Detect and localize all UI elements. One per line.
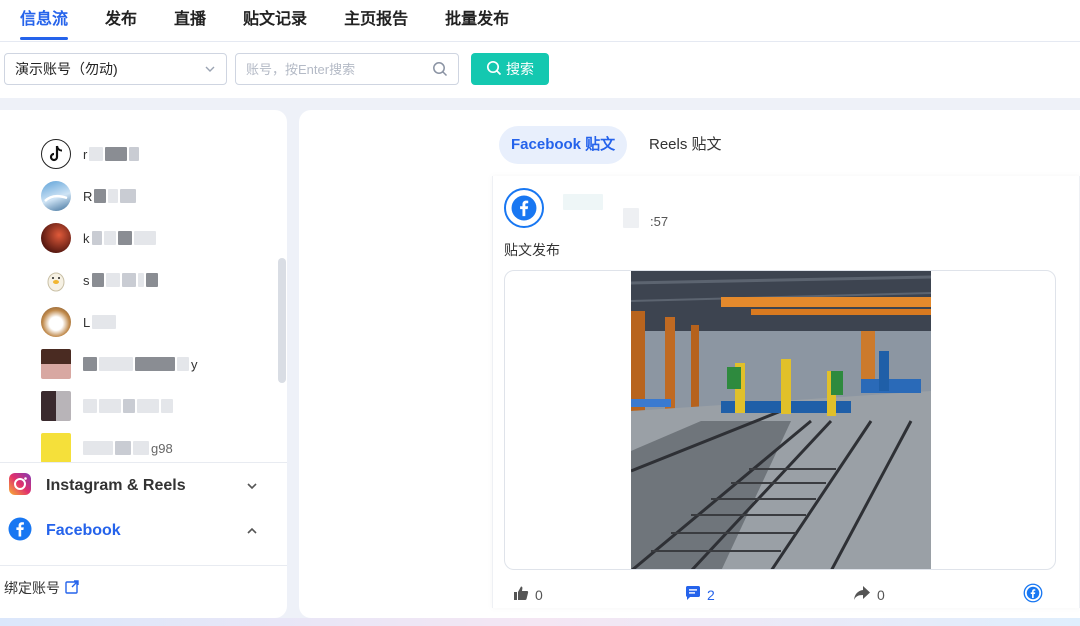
search-icon	[486, 60, 502, 79]
post-timestamp: :57	[650, 214, 669, 229]
bottom-strip	[0, 618, 1080, 626]
tab-reels-posts[interactable]: Reels 贴文	[637, 126, 734, 164]
list-item[interactable]: r	[41, 138, 281, 170]
platform-instagram[interactable]: Instagram & Reels	[0, 464, 287, 508]
avatar	[41, 349, 71, 379]
search-button-label: 搜索	[506, 61, 534, 77]
list-item[interactable]: L	[41, 306, 281, 338]
avatar	[41, 265, 71, 295]
share-count: 0	[877, 586, 885, 603]
search-input[interactable]	[246, 54, 431, 84]
search-icon[interactable]	[432, 61, 448, 82]
external-link-icon	[65, 579, 79, 597]
avatar	[41, 307, 71, 337]
post-author	[563, 194, 603, 215]
platform-label: Instagram & Reels	[46, 477, 186, 494]
account-name: L	[83, 314, 91, 330]
filter-bar: 演示账号（勿动) 搜索	[0, 42, 1080, 98]
facebook-icon	[1023, 583, 1043, 606]
top-nav: 信息流 发布 直播 贴文记录 主页报告 批量发布	[0, 0, 1080, 42]
account-select-value: 演示账号（勿动)	[15, 61, 118, 77]
account-name: k	[83, 230, 90, 246]
post-stats: 0 2 0	[493, 583, 1080, 609]
thumbs-up-icon	[513, 585, 529, 604]
tab-facebook-posts[interactable]: Facebook 贴文	[499, 126, 628, 164]
tab-page-report[interactable]: 主页报告	[344, 0, 408, 42]
tab-live[interactable]: 直播	[174, 0, 206, 42]
list-item[interactable]: s	[41, 264, 281, 296]
share-stat[interactable]: 0	[853, 585, 885, 604]
facebook-icon	[504, 188, 544, 228]
chevron-down-icon	[247, 479, 257, 493]
tab-batch-publish[interactable]: 批量发布	[445, 0, 509, 42]
facebook-icon	[8, 517, 32, 546]
chevron-up-icon	[247, 524, 257, 538]
account-name: r	[83, 146, 88, 162]
bind-account-link[interactable]: 绑定账号	[4, 578, 79, 598]
instagram-icon	[8, 472, 32, 501]
post-text: 贴文发布	[504, 242, 560, 258]
account-list: r R k s L y g98	[0, 118, 287, 470]
like-count: 0	[535, 586, 543, 603]
like-stat[interactable]: 0	[513, 585, 543, 604]
list-item[interactable]	[41, 390, 281, 422]
share-icon	[853, 585, 871, 604]
platform-label: Facebook	[46, 522, 121, 539]
platform-facebook[interactable]: Facebook	[0, 509, 287, 553]
search-button[interactable]: 搜索	[471, 53, 549, 85]
list-item[interactable]: y	[41, 348, 281, 380]
account-name: R	[83, 188, 93, 204]
account-search	[235, 53, 459, 85]
account-name-suffix: g98	[151, 440, 173, 456]
avatar	[41, 433, 71, 463]
divider	[0, 565, 287, 566]
account-sidebar: r R k s L y g98 Instagram & Reels Facebo…	[0, 110, 287, 618]
tab-feed[interactable]: 信息流	[20, 0, 69, 42]
post-card: :57 贴文发布 0 2 0	[492, 176, 1080, 608]
list-item[interactable]: k	[41, 222, 281, 254]
tiktok-icon	[41, 139, 71, 169]
avatar	[41, 181, 71, 211]
comment-stat[interactable]: 2	[685, 585, 715, 604]
avatar	[41, 223, 71, 253]
tab-post-records[interactable]: 贴文记录	[243, 0, 307, 42]
bind-account-label: 绑定账号	[4, 580, 60, 596]
divider	[0, 462, 287, 463]
sidebar-scrollbar[interactable]	[278, 258, 286, 383]
account-name: s	[83, 272, 90, 288]
avatar	[41, 391, 71, 421]
comment-icon	[685, 585, 701, 604]
factory-image	[631, 271, 931, 569]
chevron-down-icon	[204, 54, 216, 95]
account-select[interactable]: 演示账号（勿动)	[4, 53, 227, 85]
list-item[interactable]: R	[41, 180, 281, 212]
view-on-facebook[interactable]	[1023, 583, 1043, 606]
tab-publish[interactable]: 发布	[105, 0, 137, 42]
comment-count: 2	[707, 586, 715, 603]
list-item[interactable]: g98	[41, 432, 281, 464]
post-media[interactable]	[504, 270, 1056, 570]
account-name-suffix: y	[191, 356, 198, 372]
post-feed-panel: Facebook 贴文 Reels 贴文 :57 贴文发布 0 2 0	[299, 110, 1080, 618]
